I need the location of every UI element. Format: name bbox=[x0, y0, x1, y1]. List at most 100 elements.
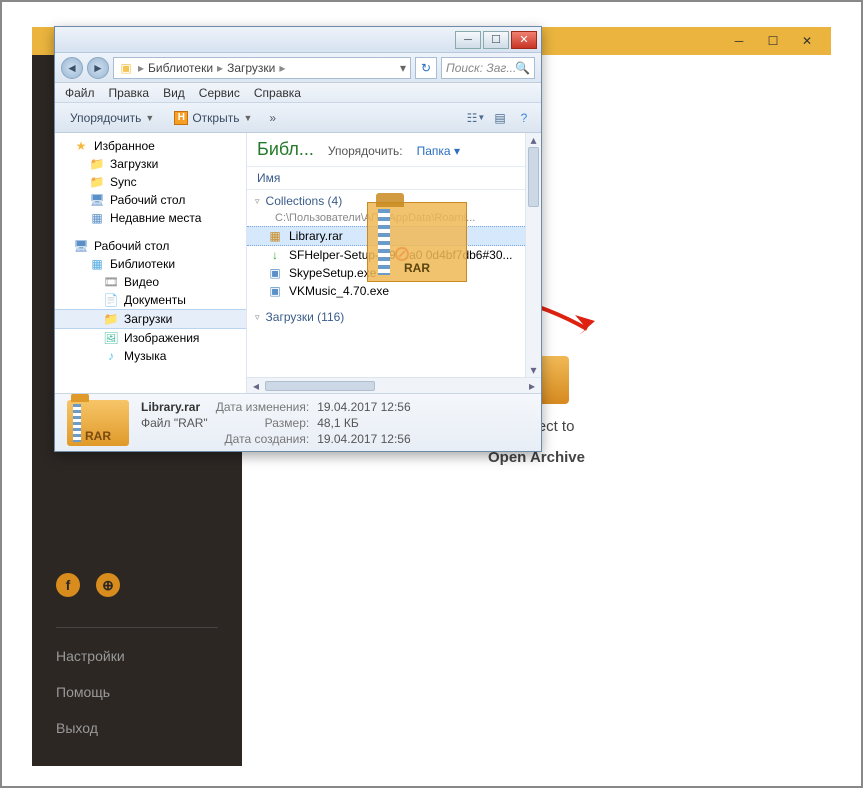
details-size-value: 48,1 КБ bbox=[317, 416, 410, 430]
details-size-label: Размер: bbox=[216, 416, 310, 430]
forward-button[interactable]: ► bbox=[87, 57, 109, 79]
maximize-button[interactable]: ☐ bbox=[765, 33, 781, 49]
tree-pictures[interactable]: 🖼Изображения bbox=[55, 329, 246, 347]
scroll-thumb[interactable] bbox=[528, 147, 539, 207]
scroll-left-button[interactable]: ◂ bbox=[249, 379, 263, 393]
collapse-icon: ▿ bbox=[255, 196, 260, 207]
tree-sync[interactable]: 📁Sync bbox=[55, 173, 246, 191]
exe-icon: ▣ bbox=[267, 284, 283, 298]
details-created-value: 19.04.2017 12:56 bbox=[317, 432, 410, 446]
sidebar-item-settings[interactable]: Настройки bbox=[56, 648, 218, 664]
details-filetype: Файл "RAR" bbox=[141, 416, 208, 430]
collapse-icon: ▿ bbox=[255, 312, 260, 323]
sidebar-item-exit[interactable]: Выход bbox=[56, 720, 218, 736]
explorer-maximize-button[interactable]: ☐ bbox=[483, 31, 509, 49]
horizontal-scrollbar[interactable]: ◂ ▸ bbox=[247, 377, 541, 393]
tree-documents[interactable]: 📄Документы bbox=[55, 291, 246, 309]
explorer-nav: ◄ ► ▣ ▸ Библиотеки ▸ Загрузки ▸ ▾ ↻ Поис… bbox=[55, 53, 541, 83]
explorer-titlebar[interactable]: ─ ☐ ✕ bbox=[55, 27, 541, 53]
library-title: Библ... bbox=[257, 139, 314, 160]
address-bar[interactable]: ▣ ▸ Библиотеки ▸ Загрузки ▸ ▾ bbox=[113, 57, 411, 79]
sidebar-divider bbox=[56, 627, 218, 628]
tree-downloads-lib[interactable]: 📁Загрузки bbox=[55, 309, 246, 329]
details-created-label: Дата создания: bbox=[216, 432, 310, 446]
scroll-right-button[interactable]: ▸ bbox=[525, 379, 539, 393]
refresh-button[interactable]: ↻ bbox=[415, 57, 437, 79]
explorer-menubar: Файл Правка Вид Сервис Справка bbox=[55, 83, 541, 103]
details-modified-value: 19.04.2017 12:56 bbox=[317, 400, 410, 414]
libraries-icon: ▦ bbox=[89, 257, 105, 271]
menu-view[interactable]: Вид bbox=[163, 86, 185, 100]
arrange-folder[interactable]: Папка ▾ bbox=[417, 144, 460, 158]
documents-icon: 📄 bbox=[103, 293, 119, 307]
help-button[interactable]: ? bbox=[515, 109, 533, 127]
file-row[interactable]: ▣VKMusic_4.70.exe bbox=[247, 282, 541, 300]
tree-favorites[interactable]: ★Избранное bbox=[55, 137, 246, 155]
explorer-toolbar: Упорядочить▼ HОткрыть▼ » ☷▼ ▤ ? bbox=[55, 103, 541, 133]
folder-icon: ▣ bbox=[118, 61, 134, 75]
download-icon: ↓ bbox=[267, 248, 283, 262]
folder-icon: 📁 bbox=[103, 312, 119, 326]
pictures-icon: 🖼 bbox=[103, 331, 119, 345]
breadcrumb-libraries[interactable]: Библиотеки bbox=[148, 61, 213, 75]
exe-icon: ▣ bbox=[267, 266, 283, 280]
details-modified-label: Дата изменения: bbox=[216, 400, 310, 414]
organize-button[interactable]: Упорядочить▼ bbox=[63, 108, 161, 128]
view-mode-button[interactable]: ☷▼ bbox=[467, 109, 485, 127]
rar-large-icon: RAR bbox=[67, 400, 129, 446]
column-header-name[interactable]: Имя bbox=[247, 167, 541, 190]
tree-recent[interactable]: ▦Недавние места bbox=[55, 209, 246, 227]
details-pane: RAR Library.rar Дата изменения: 19.04.20… bbox=[55, 393, 541, 451]
nav-tree: ★Избранное 📁Загрузки 📁Sync 🖥Рабочий стол… bbox=[55, 133, 247, 393]
preview-pane-button[interactable]: ▤ bbox=[491, 109, 509, 127]
menu-help[interactable]: Справка bbox=[254, 86, 301, 100]
minimize-button[interactable]: ─ bbox=[731, 33, 747, 49]
scroll-up-button[interactable]: ▴ bbox=[526, 133, 541, 147]
search-icon: 🔍 bbox=[515, 61, 530, 75]
search-placeholder: Поиск: Заг... bbox=[446, 61, 516, 75]
tree-downloads[interactable]: 📁Загрузки bbox=[55, 155, 246, 173]
details-filename: Library.rar bbox=[141, 400, 208, 414]
breadcrumb-sep: ▸ bbox=[279, 61, 285, 75]
open-button[interactable]: HОткрыть▼ bbox=[167, 108, 259, 128]
desktop-icon: 🖥 bbox=[73, 239, 89, 253]
open-badge-icon: H bbox=[174, 111, 188, 125]
drag-ghost-icon: RAR bbox=[367, 202, 467, 282]
web-icon[interactable]: ⊕ bbox=[96, 573, 120, 597]
video-icon: 🎞 bbox=[103, 275, 119, 289]
menu-file[interactable]: Файл bbox=[65, 86, 95, 100]
search-box[interactable]: Поиск: Заг... 🔍 bbox=[441, 57, 535, 79]
tree-video[interactable]: 🎞Видео bbox=[55, 273, 246, 291]
explorer-window: ─ ☐ ✕ ◄ ► ▣ ▸ Библиотеки ▸ Загрузки ▸ ▾ … bbox=[54, 26, 542, 452]
close-button[interactable]: ✕ bbox=[799, 33, 815, 49]
breadcrumb-downloads[interactable]: Загрузки bbox=[227, 61, 275, 75]
rar-file-icon: ▦ bbox=[267, 229, 283, 243]
chevron-down-icon: ▼ bbox=[145, 113, 154, 123]
group-downloads[interactable]: ▿Загрузки (116) bbox=[247, 308, 541, 326]
scroll-down-button[interactable]: ▾ bbox=[526, 363, 541, 377]
facebook-icon[interactable]: f bbox=[56, 573, 80, 597]
chevron-down-icon: ▼ bbox=[243, 113, 252, 123]
tree-libraries[interactable]: ▦Библиотеки bbox=[55, 255, 246, 273]
back-button[interactable]: ◄ bbox=[61, 57, 83, 79]
tree-desktop[interactable]: 🖥Рабочий стол bbox=[55, 191, 246, 209]
scroll-thumb[interactable] bbox=[265, 381, 375, 391]
breadcrumb-sep: ▸ bbox=[217, 61, 223, 75]
toolbar-overflow[interactable]: » bbox=[265, 111, 280, 125]
explorer-close-button[interactable]: ✕ bbox=[511, 31, 537, 49]
vertical-scrollbar[interactable]: ▴ ▾ bbox=[525, 133, 541, 377]
menu-edit[interactable]: Правка bbox=[109, 86, 150, 100]
address-dropdown[interactable]: ▾ bbox=[400, 61, 406, 75]
arrange-label: Упорядочить: bbox=[328, 144, 403, 158]
breadcrumb-sep: ▸ bbox=[138, 61, 144, 75]
tree-music[interactable]: ♪Музыка bbox=[55, 347, 246, 365]
recent-icon: ▦ bbox=[89, 211, 105, 225]
music-icon: ♪ bbox=[103, 349, 119, 363]
star-icon: ★ bbox=[73, 139, 89, 153]
menu-tools[interactable]: Сервис bbox=[199, 86, 240, 100]
sidebar-item-help[interactable]: Помощь bbox=[56, 684, 218, 700]
desktop-icon: 🖥 bbox=[89, 193, 105, 207]
explorer-minimize-button[interactable]: ─ bbox=[455, 31, 481, 49]
tree-desktop-root[interactable]: 🖥Рабочий стол bbox=[55, 237, 246, 255]
folder-icon: 📁 bbox=[89, 175, 105, 189]
